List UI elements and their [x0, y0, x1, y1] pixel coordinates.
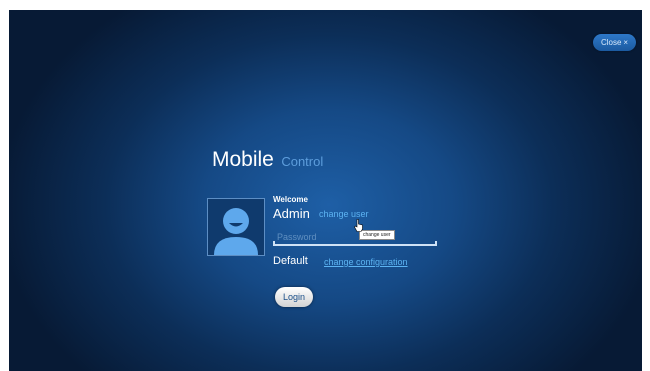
close-label: Close: [600, 38, 622, 47]
app-title: Mobile Control: [212, 148, 323, 172]
change-user-tooltip: change user: [359, 230, 395, 240]
configuration-name: Default: [273, 255, 308, 267]
welcome-label: Welcome: [273, 195, 308, 204]
close-x-icon: ×: [623, 38, 629, 47]
user-avatar-icon: [207, 198, 265, 256]
user-name: Admin: [273, 206, 310, 221]
hand-cursor-icon: [354, 219, 363, 232]
password-input[interactable]: [277, 230, 427, 244]
close-button[interactable]: Close ×: [593, 34, 636, 51]
change-configuration-link[interactable]: change configuration: [324, 257, 408, 267]
change-user-link[interactable]: change user: [319, 209, 369, 219]
password-field: [273, 230, 437, 246]
login-screen: Close × Mobile Control Welcome Admin chan…: [9, 10, 642, 371]
login-button[interactable]: Login: [275, 287, 313, 307]
app-title-sub: Control: [281, 154, 324, 169]
app-title-main: Mobile: [212, 148, 274, 171]
